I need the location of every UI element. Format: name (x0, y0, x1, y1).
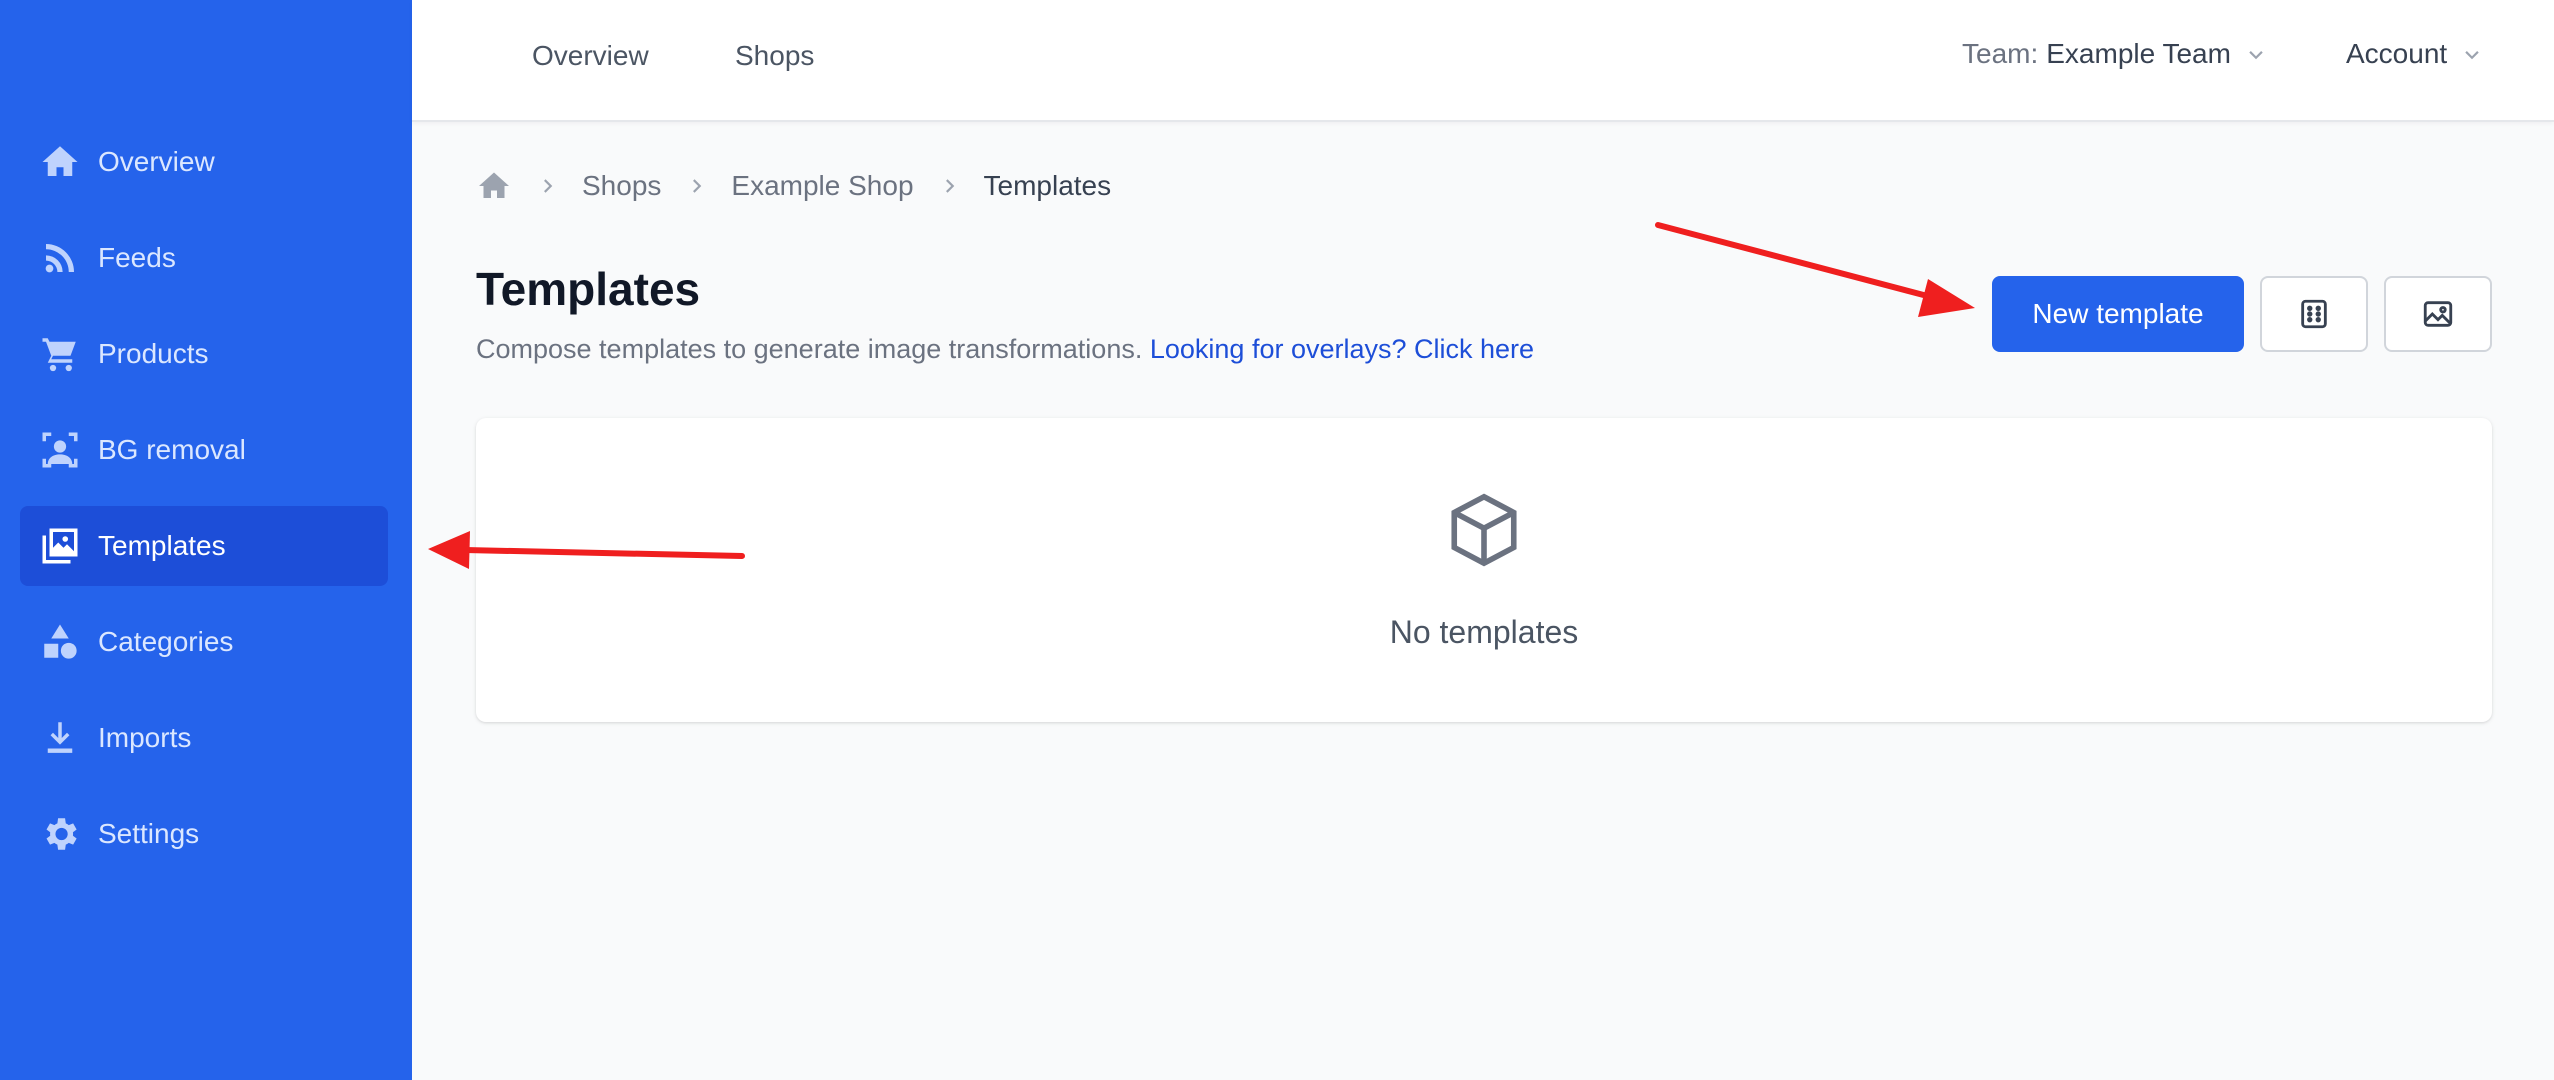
sidebar-item-label: Templates (98, 530, 226, 561)
sidebar-item-categories[interactable]: Categories (20, 602, 388, 682)
shapes-icon (20, 602, 100, 682)
empty-state-message: No templates (1389, 614, 1579, 650)
overlays-link[interactable]: Looking for overlays? Click here (1150, 334, 1534, 364)
sidebar-item-feeds[interactable]: Feeds (20, 218, 388, 298)
annotation-arrow-new-template (1655, 222, 1975, 317)
sidebar-item-label: Imports (98, 722, 192, 753)
topnav-overview[interactable]: Overview (532, 40, 649, 72)
new-template-button[interactable]: New template (1992, 276, 2244, 352)
breadcrumb-home-icon[interactable] (476, 168, 512, 204)
breadcrumb-shops[interactable]: Shops (582, 170, 661, 202)
image-icon (2423, 301, 2453, 327)
home-icon (20, 122, 100, 202)
rss-icon (20, 218, 100, 298)
breadcrumb-example-shop[interactable]: Example Shop (731, 170, 913, 202)
breadcrumb-templates: Templates (983, 170, 1112, 201)
sidebar-item-imports[interactable]: Imports (20, 698, 388, 778)
team-label: Team: (1962, 38, 2039, 69)
person-bg-icon (20, 410, 100, 490)
image-view-button[interactable] (2384, 276, 2492, 352)
chevron-right-icon (685, 175, 707, 197)
sidebar-item-label: Products (98, 338, 209, 369)
account-menu[interactable]: Account (2346, 38, 2483, 70)
sidebar-item-overview[interactable]: Overview (20, 122, 388, 202)
sidebar-item-templates[interactable]: Templates (20, 506, 388, 586)
team-value: Example Team (2046, 38, 2231, 69)
collection-image-icon (20, 506, 100, 586)
gear-icon (20, 794, 100, 874)
account-label: Account (2346, 38, 2448, 69)
top-bar: Overview Shops Team: Example Team Accoun… (412, 0, 2554, 122)
topnav-shops[interactable]: Shops (735, 40, 814, 72)
breadcrumb: Shops Example Shop Templates (476, 168, 1111, 204)
sidebar-item-label: Categories (98, 626, 234, 657)
sidebar-item-settings[interactable]: Settings (20, 794, 388, 874)
sidebar-item-label: BG removal (98, 434, 246, 465)
sidebar-item-label: Settings (98, 818, 200, 849)
chevron-right-icon (938, 175, 960, 197)
grid-view-button[interactable] (2260, 276, 2368, 352)
grid-icon (2301, 299, 2327, 329)
page-title: Templates (476, 263, 701, 315)
subtitle-text: Compose templates to generate image tran… (476, 334, 1143, 364)
cube-icon (1442, 488, 1526, 572)
chevron-down-icon (2249, 51, 2263, 60)
sidebar-item-label: Overview (98, 146, 215, 177)
chevron-right-icon (536, 175, 558, 197)
sidebar-item-products[interactable]: Products (20, 314, 388, 394)
download-icon (20, 698, 100, 778)
sidebar-item-label: Feeds (98, 242, 176, 273)
team-selector[interactable]: Team: Example Team (1962, 38, 2267, 70)
empty-state-card: No templates (476, 418, 2492, 722)
sidebar: Overview Feeds Products BG removal Templ… (0, 0, 412, 1080)
sidebar-item-bg-removal[interactable]: BG removal (20, 410, 388, 490)
chevron-down-icon (2465, 51, 2479, 60)
cart-icon (20, 314, 100, 394)
page-subtitle: Compose templates to generate image tran… (476, 334, 1534, 365)
